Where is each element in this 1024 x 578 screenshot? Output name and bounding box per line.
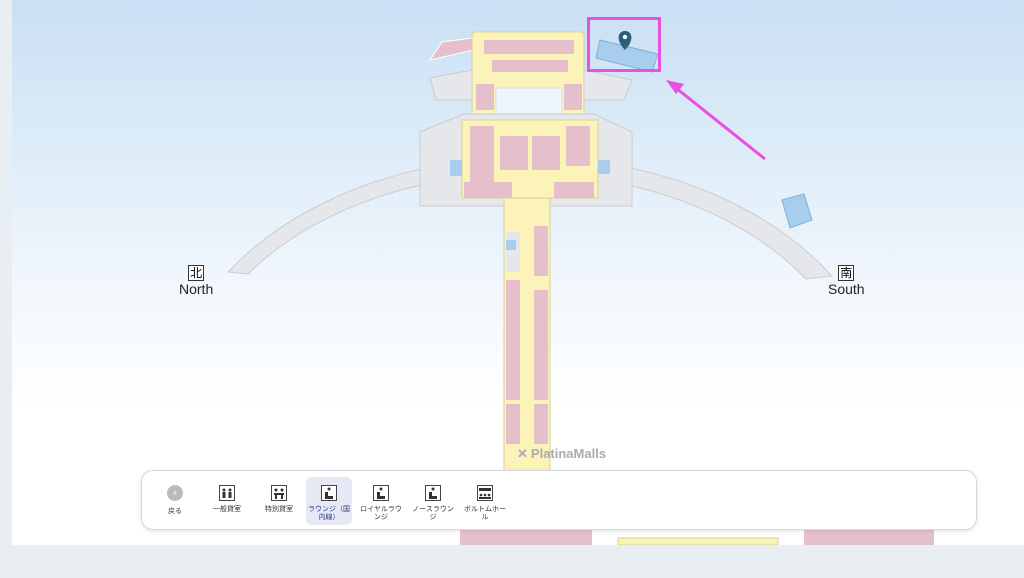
lounge-room-south: [781, 193, 813, 229]
back-label: 戻る: [168, 507, 182, 515]
north-label: North: [179, 281, 214, 297]
category-general-rooms[interactable]: 一般貸室: [204, 477, 250, 525]
south-kanji: 南: [838, 265, 855, 281]
south-label: South: [828, 281, 865, 297]
category-label: ラウンジ（国内線）: [308, 505, 350, 521]
meeting-icon: [271, 485, 287, 501]
chevron-left-icon: ‹: [167, 485, 183, 501]
north-kanji: 北: [188, 265, 205, 281]
category-special-rooms[interactable]: 特別貸室: [256, 477, 302, 525]
royal-lounge-icon: [373, 485, 389, 501]
category-hall[interactable]: ボルトムホール: [462, 477, 508, 525]
category-royal-lounge[interactable]: ロイヤルラウンジ: [358, 477, 404, 525]
platina-x-icon: ✕: [517, 446, 528, 461]
category-label: 一般貸室: [213, 505, 241, 513]
annotation-highlight-box: [587, 17, 661, 72]
category-label: ノースラウンジ: [412, 505, 454, 521]
floor-map[interactable]: [12, 0, 1024, 545]
category-label: ロイヤルラウンジ: [360, 505, 402, 521]
map-viewport[interactable]: 北 North 南 South ✕PlatinaMalls ‹ 戻る 一般貸室: [12, 0, 1024, 545]
compass-south: 南 South: [828, 262, 865, 297]
back-button[interactable]: ‹ 戻る: [152, 477, 198, 525]
category-toolbar: ‹ 戻る 一般貸室 特別貸室 ラウンジ（国内線） ロイヤルラウンジ ノースラウン…: [141, 470, 977, 530]
category-lounge-domestic[interactable]: ラウンジ（国内線）: [306, 477, 352, 525]
people-icon: [219, 485, 235, 501]
annotation-arrow-icon: [666, 80, 766, 161]
hall-icon: [477, 485, 493, 501]
category-north-lounge[interactable]: ノースラウンジ: [410, 477, 456, 525]
north-lounge-icon: [425, 485, 441, 501]
category-label: 特別貸室: [265, 505, 293, 513]
watermark-text: PlatinaMalls: [530, 446, 607, 461]
compass-north: 北 North: [179, 262, 213, 297]
watermark-logo: ✕ PlatinaMalls: [517, 446, 606, 462]
category-label: ボルトムホール: [464, 505, 506, 521]
lounge-seat-icon: [321, 485, 337, 501]
